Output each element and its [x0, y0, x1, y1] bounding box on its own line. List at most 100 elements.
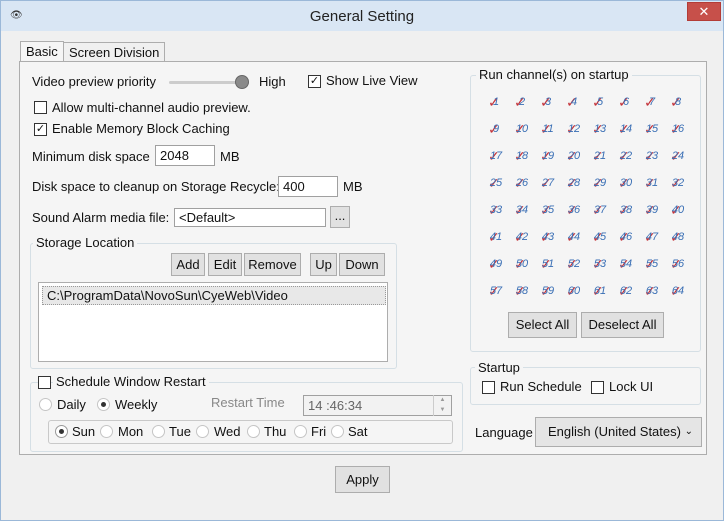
select-all-button[interactable]: Select All [508, 312, 577, 338]
channel-checkbox[interactable]: ✓ 40 [669, 201, 687, 219]
channel-checkbox[interactable]: ✓ 43 [539, 228, 557, 246]
priority-slider-thumb[interactable] [235, 75, 249, 89]
channel-checkbox[interactable]: ✓ 7 [643, 93, 661, 111]
channel-checkbox[interactable]: ✓ 61 [591, 282, 609, 300]
channel-checkbox[interactable]: ✓ 10 [513, 120, 531, 138]
channel-checkbox[interactable]: ✓ 59 [539, 282, 557, 300]
channel-checkbox[interactable]: ✓ 63 [643, 282, 661, 300]
channel-checkbox[interactable]: ✓ 20 [565, 147, 583, 165]
channel-checkbox[interactable]: ✓ 44 [565, 228, 583, 246]
day-radio-mon[interactable] [100, 425, 113, 438]
channel-checkbox[interactable]: ✓ 62 [617, 282, 635, 300]
sound-alarm-input[interactable]: <Default> [174, 208, 326, 227]
storage-path-list[interactable]: C:\ProgramData\NovoSun\CyeWeb\Video [38, 282, 388, 362]
channel-checkbox[interactable]: ✓ 9 [487, 120, 505, 138]
channel-checkbox[interactable]: ✓ 64 [669, 282, 687, 300]
channel-checkbox[interactable]: ✓ 27 [539, 174, 557, 192]
channel-checkbox[interactable]: ✓ 6 [617, 93, 635, 111]
channel-checkbox[interactable]: ✓ 23 [643, 147, 661, 165]
channel-checkbox[interactable]: ✓ 37 [591, 201, 609, 219]
channel-checkbox[interactable]: ✓ 45 [591, 228, 609, 246]
channel-checkbox[interactable]: ✓ 8 [669, 93, 687, 111]
channel-checkbox[interactable]: ✓ 18 [513, 147, 531, 165]
restart-time-spinner[interactable]: ▲ ▼ [433, 395, 451, 416]
channel-checkbox[interactable]: ✓ 51 [539, 255, 557, 273]
min-disk-input[interactable]: 2048 [155, 145, 215, 166]
channel-checkbox[interactable]: ✓ 22 [617, 147, 635, 165]
channel-checkbox[interactable]: ✓ 52 [565, 255, 583, 273]
channel-checkbox[interactable]: ✓ 50 [513, 255, 531, 273]
channel-checkbox[interactable]: ✓ 32 [669, 174, 687, 192]
day-radio-fri[interactable] [294, 425, 307, 438]
channel-checkbox[interactable]: ✓ 26 [513, 174, 531, 192]
language-select[interactable]: English (United States) ⌄ [535, 417, 702, 447]
channel-checkbox[interactable]: ✓ 35 [539, 201, 557, 219]
channel-checkbox[interactable]: ✓ 5 [591, 93, 609, 111]
close-button[interactable]: ✕ [687, 2, 721, 21]
channel-checkbox[interactable]: ✓ 57 [487, 282, 505, 300]
channel-checkbox[interactable]: ✓ 3 [539, 93, 557, 111]
channel-checkbox[interactable]: ✓ 33 [487, 201, 505, 219]
apply-button[interactable]: Apply [335, 466, 390, 493]
channel-checkbox[interactable]: ✓ 30 [617, 174, 635, 192]
channel-checkbox[interactable]: ✓ 49 [487, 255, 505, 273]
channel-checkbox[interactable]: ✓ 11 [539, 120, 557, 138]
down-button[interactable]: Down [339, 253, 385, 276]
channel-checkbox[interactable]: ✓ 29 [591, 174, 609, 192]
channel-checkbox[interactable]: ✓ 54 [617, 255, 635, 273]
up-button[interactable]: Up [310, 253, 337, 276]
add-button[interactable]: Add [171, 253, 205, 276]
channel-checkbox[interactable]: ✓ 31 [643, 174, 661, 192]
schedule-restart-checkbox[interactable] [38, 376, 51, 389]
channel-checkbox[interactable]: ✓ 34 [513, 201, 531, 219]
list-item[interactable]: C:\ProgramData\NovoSun\CyeWeb\Video [42, 286, 386, 305]
channel-checkbox[interactable]: ✓ 38 [617, 201, 635, 219]
day-radio-sat[interactable] [331, 425, 344, 438]
channel-checkbox[interactable]: ✓ 60 [565, 282, 583, 300]
browse-button[interactable]: ... [330, 206, 350, 228]
channel-checkbox[interactable]: ✓ 47 [643, 228, 661, 246]
channel-checkbox[interactable]: ✓ 53 [591, 255, 609, 273]
allow-audio-checkbox[interactable] [34, 101, 47, 114]
restart-time-input[interactable]: 14 :46:34 [303, 395, 452, 416]
day-radio-sun[interactable] [55, 425, 68, 438]
channel-checkbox[interactable]: ✓ 28 [565, 174, 583, 192]
channel-checkbox[interactable]: ✓ 14 [617, 120, 635, 138]
channel-number: 30 [619, 177, 633, 189]
channel-checkbox[interactable]: ✓ 56 [669, 255, 687, 273]
channel-checkbox[interactable]: ✓ 15 [643, 120, 661, 138]
channel-checkbox[interactable]: ✓ 17 [487, 147, 505, 165]
edit-button[interactable]: Edit [208, 253, 242, 276]
weekly-radio[interactable] [97, 398, 110, 411]
day-radio-tue[interactable] [152, 425, 165, 438]
deselect-all-button[interactable]: Deselect All [581, 312, 664, 338]
channel-checkbox[interactable]: ✓ 58 [513, 282, 531, 300]
channel-checkbox[interactable]: ✓ 19 [539, 147, 557, 165]
channel-checkbox[interactable]: ✓ 46 [617, 228, 635, 246]
channel-checkbox[interactable]: ✓ 16 [669, 120, 687, 138]
channel-checkbox[interactable]: ✓ 13 [591, 120, 609, 138]
channel-checkbox[interactable]: ✓ 21 [591, 147, 609, 165]
channel-checkbox[interactable]: ✓ 25 [487, 174, 505, 192]
channel-checkbox[interactable]: ✓ 1 [487, 93, 505, 111]
show-live-view-checkbox[interactable]: ✓ [308, 75, 321, 88]
channel-checkbox[interactable]: ✓ 36 [565, 201, 583, 219]
cleanup-input[interactable]: 400 [278, 176, 338, 197]
channel-checkbox[interactable]: ✓ 41 [487, 228, 505, 246]
channel-checkbox[interactable]: ✓ 2 [513, 93, 531, 111]
remove-button[interactable]: Remove [244, 253, 301, 276]
run-schedule-checkbox[interactable] [482, 381, 495, 394]
channel-checkbox[interactable]: ✓ 24 [669, 147, 687, 165]
daily-radio[interactable] [39, 398, 52, 411]
channel-number: 28 [567, 177, 581, 189]
day-radio-thu[interactable] [247, 425, 260, 438]
channel-checkbox[interactable]: ✓ 42 [513, 228, 531, 246]
channel-checkbox[interactable]: ✓ 48 [669, 228, 687, 246]
channel-checkbox[interactable]: ✓ 39 [643, 201, 661, 219]
channel-checkbox[interactable]: ✓ 12 [565, 120, 583, 138]
lock-ui-checkbox[interactable] [591, 381, 604, 394]
channel-checkbox[interactable]: ✓ 55 [643, 255, 661, 273]
day-radio-wed[interactable] [196, 425, 209, 438]
memory-caching-checkbox[interactable]: ✓ [34, 123, 47, 136]
channel-checkbox[interactable]: ✓ 4 [565, 93, 583, 111]
